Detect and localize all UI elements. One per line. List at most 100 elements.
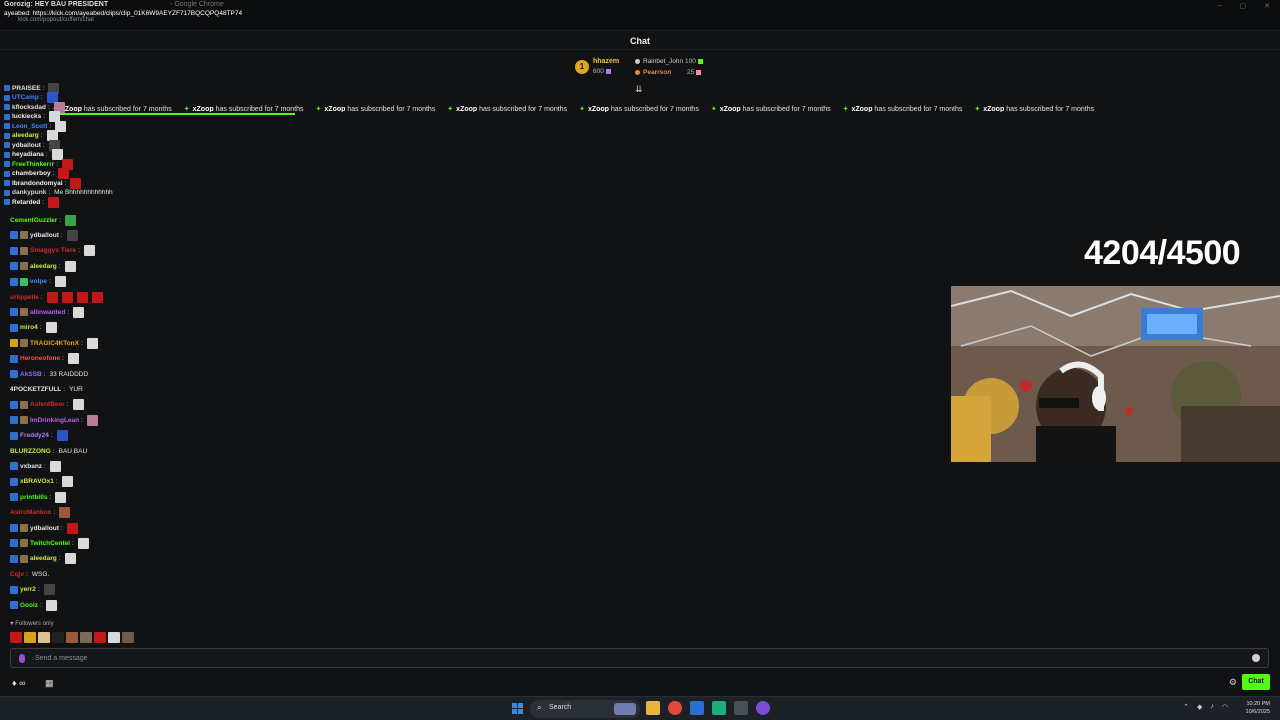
emote-icon [77,537,89,549]
clock-time: 10:20 PM [1246,701,1270,707]
chat-username[interactable]: Freddy24 [20,432,49,439]
chat-message[interactable]: AsfentBeer: [10,399,84,411]
chat-message[interactable]: printbills: [10,491,67,503]
chat-message[interactable]: CementGuzzler: [10,214,77,226]
network-icon[interactable]: ◆ [1197,703,1202,711]
chat-message[interactable]: ImDrinkingLean: [10,414,98,426]
app-icon[interactable] [712,701,726,715]
minimize-button[interactable]: – [1218,2,1222,10]
chat-username[interactable]: ydballout [30,232,59,239]
maximize-button[interactable]: ▢ [1240,2,1247,10]
chevron-up-icon[interactable]: ⌃ [1183,703,1189,711]
chat-username[interactable]: aleedarg [30,263,57,270]
chat-username[interactable]: Heroneofone [20,355,60,362]
quick-emote-icon[interactable] [52,632,64,643]
chat-message-input[interactable] [35,651,1235,666]
chat-message[interactable]: miro4: [10,322,57,334]
collapse-chevron-icon[interactable]: ⇊ [635,84,643,95]
quick-emote-icon[interactable] [38,632,50,643]
chat-username[interactable]: TwitchCentel [30,540,70,547]
chat-message[interactable]: Freddy24: [10,430,68,442]
start-button[interactable] [512,703,524,715]
chat-message[interactable]: AkSSB:33 RAIDDDD [10,368,88,380]
chat-message[interactable]: 4POCKETZFULL: YUR [10,383,83,395]
quick-emote-icon[interactable] [122,632,134,643]
chat-message[interactable]: TRAGIC4KTonX: [10,337,98,349]
chat-message[interactable]: urlippelle: [10,291,103,303]
chat-username[interactable]: miro4 [20,324,38,331]
microphone-icon[interactable] [19,654,25,663]
gift-leaderboard[interactable]: 1 hhazem 600 Rainbet_John 100 Pearrson 2… [575,57,715,81]
chat-message[interactable]: TwitchCentel: [10,537,89,549]
colon: : [71,539,74,547]
chat-message[interactable]: volpe: [10,276,66,288]
chat-username[interactable]: yerr2 [20,586,36,593]
taskbar-search[interactable]: ⌕ Search [530,700,640,718]
chat-username[interactable]: Goolz [20,602,38,609]
file-explorer-icon[interactable] [646,701,660,715]
chat-message[interactable]: ydballout: [10,229,78,241]
colon: : [50,432,53,440]
wifi-icon[interactable]: ◠ [1222,703,1228,711]
app-icon-2[interactable] [734,701,748,715]
sparkle-icon: ✦ [710,106,717,112]
chat-username[interactable]: aleedarg [30,555,57,562]
points-infinity-button[interactable]: ♦ ∞ [12,678,26,688]
colon: : [37,586,40,594]
quick-emote-icon[interactable] [24,632,36,643]
window-title-suffix: - Google Chrome [170,1,224,8]
chat-message[interactable]: xBRAVOx1: [10,476,73,488]
chat-input-box[interactable] [10,648,1269,668]
recent-emote-bar[interactable] [10,632,134,643]
store-icon[interactable]: ▦ [45,678,54,689]
send-chat-button[interactable]: Chat [1242,674,1270,690]
steam-icon[interactable] [690,701,704,715]
chat-message[interactable]: aleedarg: [10,260,76,272]
chat-message[interactable]: allinwanted: [10,306,85,318]
quick-emote-icon[interactable] [94,632,106,643]
chat-username[interactable]: urlippelle [10,294,39,301]
chat-message[interactable]: Smaggys Tiere: [10,245,95,257]
chat-message[interactable]: yerr2: [10,584,55,596]
chrome-icon[interactable] [668,701,682,715]
emoji-icon[interactable] [1252,654,1260,662]
chat-username[interactable]: allinwanted [30,309,65,316]
chat-username[interactable]: ydballout [30,525,59,532]
chat-username[interactable]: xBRAVOx1 [20,478,54,485]
discord-icon[interactable] [756,701,770,715]
chat-message[interactable]: Heroneofone: [10,353,79,365]
chat-username[interactable]: AkSSB [20,371,42,378]
chat-username[interactable]: ImDrinkingLean [30,417,79,424]
sparkle-icon: ✦ [579,106,585,112]
chat-username[interactable]: 4POCKETZFULL [10,386,61,393]
quick-emote-icon[interactable] [80,632,92,643]
clock[interactable]: 10:20 PM 10/6/2025 [1246,700,1270,716]
quick-emote-icon[interactable] [10,632,22,643]
chat-message[interactable]: Goolz: [10,599,57,611]
chat-username[interactable]: Smaggys Tiere [30,247,76,254]
chat-message[interactable]: ydballout: [10,522,78,534]
chat-message[interactable]: Cqjv: WSG. [10,568,49,580]
volume-icon[interactable]: ♪ [1210,703,1214,711]
chat-username[interactable]: Cqjv [10,571,24,578]
close-button[interactable]: ✕ [1264,2,1270,10]
chat-message-list[interactable]: CementGuzzler: ydballout: Smaggys Tiere: al… [0,30,200,620]
chat-message[interactable]: BLURZZONG: BAU BAU [10,445,87,457]
chat-username[interactable]: vxbanz [20,463,42,470]
chat-username[interactable]: BLURZZONG [10,448,51,455]
chat-message[interactable]: aleedarg: [10,553,76,565]
ticker-user: xZoop [456,106,478,112]
quick-emote-icon[interactable] [66,632,78,643]
chat-username[interactable]: AsfentBeer [30,401,65,408]
chat-username[interactable]: AstroMankoo [10,509,52,516]
chat-message[interactable]: AstroMankoo: [10,507,71,519]
colon: : [58,262,61,270]
clip-url[interactable]: ayeabed: https://kick.com/ayeabed/clips/… [4,10,242,17]
chat-message[interactable]: vxbanz: [10,460,61,472]
quick-emote-icon[interactable] [108,632,120,643]
chat-username[interactable]: volpe [30,278,47,285]
chat-username[interactable]: printbills [20,494,47,501]
settings-gear-icon[interactable]: ⚙ [1229,677,1237,688]
chat-username[interactable]: TRAGIC4KTonX [30,340,79,347]
chat-username[interactable]: CementGuzzler [10,217,57,224]
